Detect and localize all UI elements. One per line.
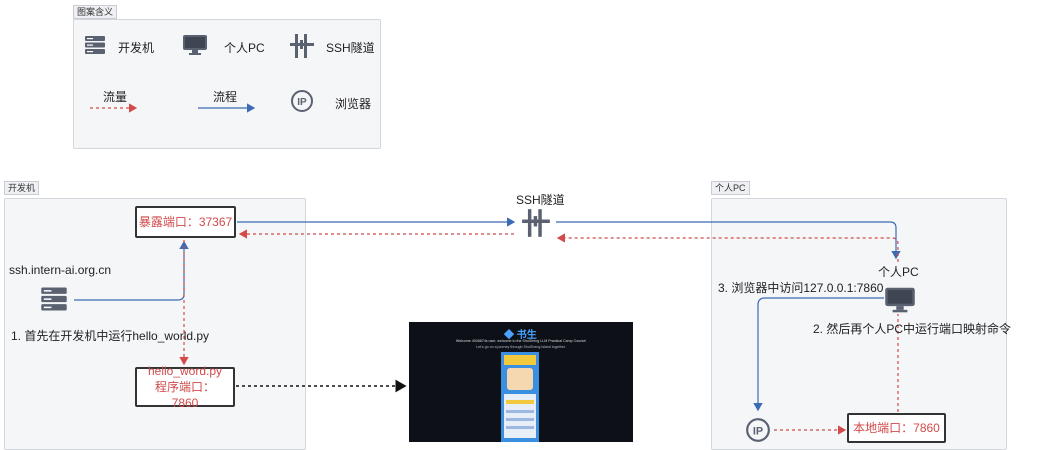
poster-figure <box>507 368 533 390</box>
app-port-box: hello_word.py程序端口：7860 <box>135 364 235 410</box>
server-icon <box>40 285 68 313</box>
subtitle-line: Let's go on a journey through ShuSheng I… <box>476 345 566 349</box>
poster-strip <box>506 400 534 404</box>
tunnel-label: SSH隧道 <box>516 193 565 207</box>
poster-image <box>501 352 539 442</box>
welcome-line: Welcome 4008874s user, welcome to the Sh… <box>455 339 587 343</box>
step3-label: 3. 浏览器中访问127.0.0.1:7860 <box>718 281 884 295</box>
monitor-icon <box>884 286 916 314</box>
poster-strip <box>506 426 534 429</box>
browser-preview: ◆ 书生 Welcome 4008874s user, welcome to t… <box>409 322 633 442</box>
exposed-port-box: 暴露端口：37367 <box>135 206 236 238</box>
svg-text:IP: IP <box>753 425 763 437</box>
poster-banner <box>504 355 536 365</box>
dev-host-label: ssh.intern-ai.org.cn <box>9 263 112 277</box>
local-port-box: 本地端口：7860 <box>847 413 946 443</box>
step1-label: 1. 首先在开发机中运行hello_world.py <box>11 329 210 343</box>
pc-label: 个人PC <box>878 265 919 279</box>
step2-label: 2. 然后再个人PC中运行端口映射命令 <box>813 322 1012 336</box>
poster-strip <box>506 410 534 413</box>
poster-strip <box>506 418 534 421</box>
ssh-tunnel-icon <box>521 208 551 238</box>
ip-browser-icon: IP <box>745 417 771 443</box>
